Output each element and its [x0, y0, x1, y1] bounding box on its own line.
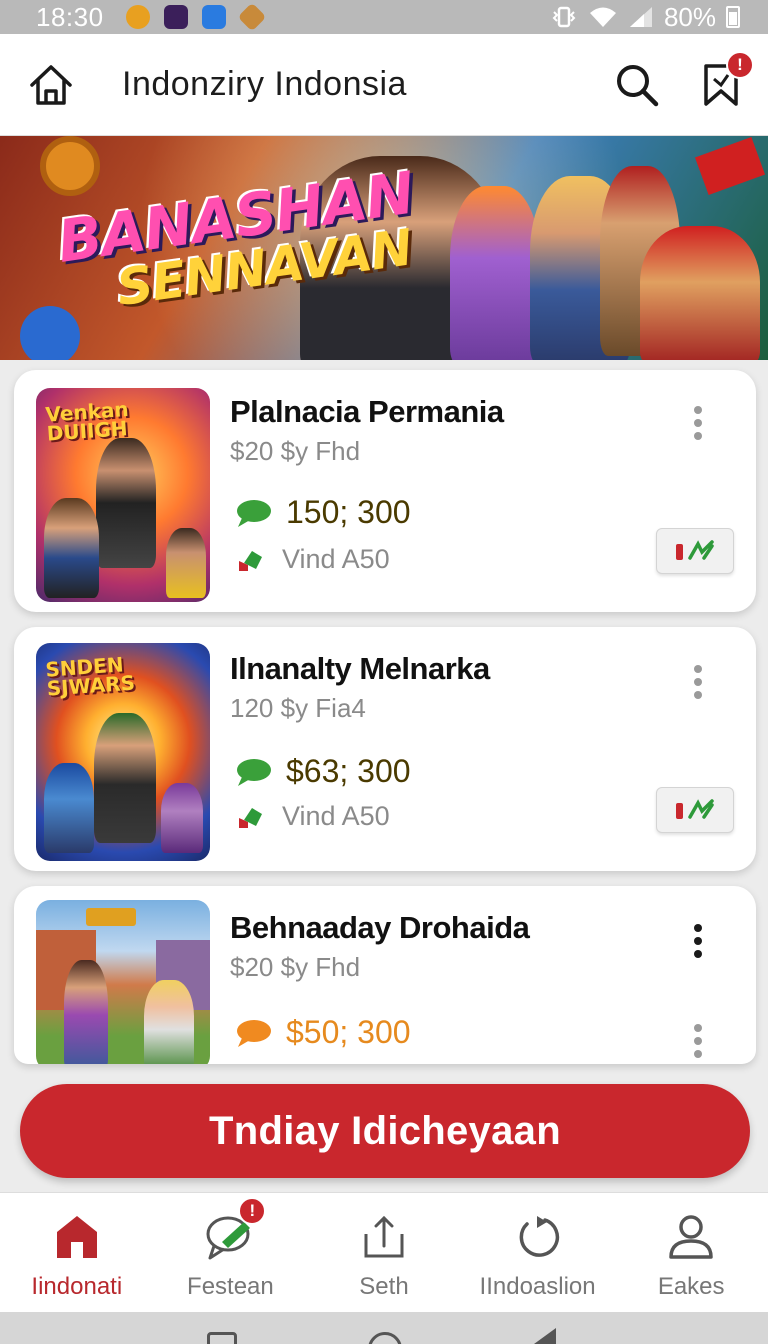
top-app-bar: Indonziry Indonsia !: [0, 34, 768, 136]
promo-banner[interactable]: BANASHAN SENNAVAN: [0, 136, 768, 360]
nav-label: IIndoaslion: [479, 1273, 596, 1300]
chat-bubble-icon: [237, 499, 271, 527]
listing-subtitle: $20 $y Fhd: [230, 436, 361, 466]
thumb-character: [44, 498, 99, 598]
thumb-character: [94, 713, 156, 843]
search-button[interactable]: [614, 62, 660, 108]
trade-icon: [676, 540, 714, 560]
thumb-character: [166, 528, 206, 598]
listing-subtitle: 120 $y Fiа4: [230, 693, 366, 723]
home-button[interactable]: [28, 63, 74, 107]
nav-item-indoaslion[interactable]: IIndoaslion: [461, 1193, 615, 1312]
listing-votes: Vind A50: [282, 544, 390, 574]
listing-thumbnail: SNDEN SJWARS: [36, 643, 210, 861]
app-notification-icon: [237, 2, 267, 32]
thumb-character: [44, 763, 94, 853]
thumb-character: [64, 960, 108, 1064]
listing-name: Behnaaday Drohaida: [230, 910, 530, 945]
recents-button[interactable]: [207, 1332, 237, 1344]
status-bar: 18:30 80%: [0, 0, 768, 34]
app-notification-icon: [163, 5, 188, 29]
search-icon: [617, 64, 659, 106]
thumb-character: [96, 438, 156, 568]
trade-button[interactable]: [656, 787, 734, 833]
battery-percent: 80%: [663, 1, 716, 32]
listing-subtitle: $20 $y Fhd: [230, 952, 361, 982]
status-time: 18:30: [36, 1, 104, 32]
more-options-button[interactable]: [690, 924, 706, 958]
price-row: 150; 300: [234, 494, 411, 531]
status-app-icons: [125, 2, 267, 32]
listing-price: $50; 300: [286, 1014, 411, 1050]
thumb-title: SNDEN SJWARS: [44, 652, 136, 701]
bookmarks-badge: !: [726, 50, 754, 79]
home-icon: [30, 64, 72, 105]
nav-item-eakes[interactable]: Eakes: [614, 1193, 768, 1312]
signal-icon: [629, 7, 652, 27]
more-options-button[interactable]: [690, 406, 706, 440]
listing-name: Ilnanalty Melnarka: [230, 651, 490, 686]
listing-votes: Vind A50: [282, 801, 390, 831]
price-row: $50; 300: [234, 1014, 411, 1051]
listing-price: $63; 300: [286, 753, 411, 789]
listing-name: Plalnacia Permania: [230, 394, 504, 429]
wifi-icon: [589, 7, 616, 27]
system-navigation-bar: [0, 1312, 768, 1344]
vote-row: Vind A50: [236, 544, 390, 575]
trend-icon: [239, 550, 262, 571]
nav-label: Festean: [187, 1273, 274, 1300]
listing-card[interactable]: Behnaaday Drohaida $20 $y Fhd $50; 300: [14, 886, 756, 1064]
trade-button[interactable]: [656, 528, 734, 574]
page-title: Indonziry Indonsia: [122, 65, 407, 103]
vibrate-icon: [552, 6, 576, 28]
home-system-button[interactable]: [368, 1332, 402, 1344]
trade-icon: [676, 799, 714, 819]
battery-icon: [726, 6, 740, 28]
listing-price: 150; 300: [286, 494, 411, 530]
banner-character: [450, 186, 540, 360]
nav-badge: !: [238, 1197, 267, 1225]
banner-shape: [40, 136, 100, 196]
thumb-character: [144, 980, 194, 1064]
back-button[interactable]: [534, 1328, 556, 1344]
listing-card[interactable]: Venkan DUIIGH Plalnacia Permania $20 $y …: [14, 370, 756, 612]
thumb-character: [161, 783, 203, 853]
thumb-title: Venkan DUIIGH: [44, 396, 130, 446]
banner-character: [640, 226, 760, 360]
listing-thumbnail: [36, 900, 210, 1064]
vote-row: Vind A50: [236, 801, 390, 832]
app-notification-icon: [125, 5, 150, 29]
chat-bubble-icon: [237, 1019, 271, 1047]
trend-icon: [239, 807, 262, 828]
nav-label: Eakes: [657, 1273, 725, 1300]
upload-icon: [364, 1215, 404, 1258]
nav-label: Iindonati: [31, 1273, 123, 1300]
thumb-sign: [86, 908, 136, 926]
price-row: $63; 300: [234, 753, 411, 790]
listing-card[interactable]: SNDEN SJWARS Ilnanalty Melnarka 120 $y F…: [14, 627, 756, 871]
bottom-navigation: Iindonati ! Festean Seth IIndoaslion Eak…: [0, 1192, 768, 1312]
nav-item-seth[interactable]: Seth: [307, 1193, 461, 1312]
refresh-icon: [519, 1216, 559, 1257]
nav-item-festean[interactable]: ! Festean: [154, 1193, 308, 1312]
profile-icon: [669, 1215, 713, 1259]
bookmarks-button[interactable]: !: [702, 50, 754, 107]
app-notification-icon: [201, 5, 226, 29]
listing-thumbnail: Venkan DUIIGH: [36, 388, 210, 602]
more-options-button[interactable]: [690, 665, 706, 699]
nav-item-home[interactable]: Iindonati: [0, 1193, 154, 1312]
home-icon: [56, 1216, 97, 1258]
nav-label: Seth: [359, 1273, 409, 1300]
chat-bubble-icon: [237, 758, 271, 786]
more-options-button[interactable]: [690, 1024, 706, 1058]
primary-cta-button[interactable]: Tndiay Idicheyaan: [20, 1084, 750, 1178]
